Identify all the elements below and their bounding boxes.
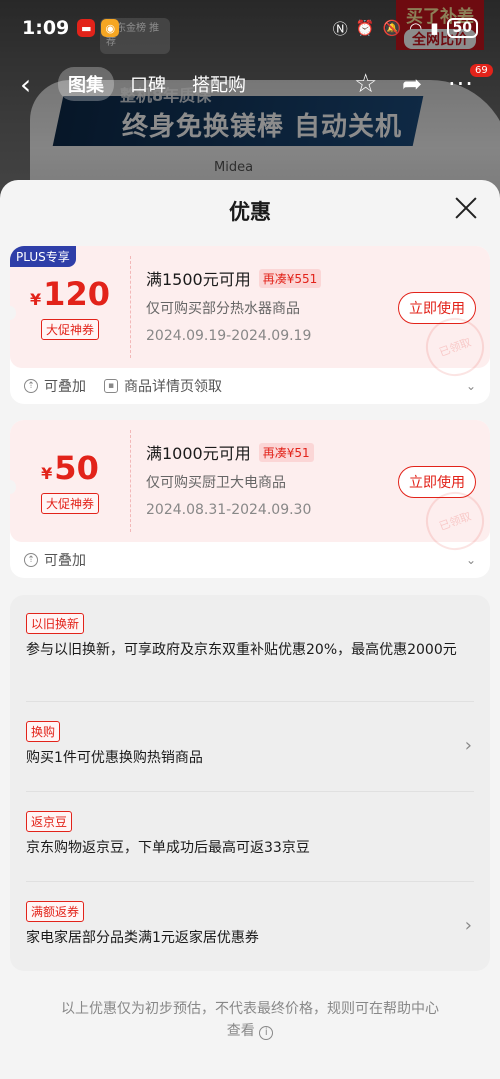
- coupon-condition: 满1000元可用: [146, 444, 251, 463]
- coupon-footer[interactable]: ⇡ 可叠加 ⌄: [10, 542, 490, 578]
- signal-icon: ▮: [430, 19, 439, 37]
- wifi-icon: ◠: [409, 19, 423, 37]
- coupon-value: ¥ 50 大促神券: [10, 420, 130, 542]
- stackable-label: 可叠加: [44, 379, 86, 395]
- coupon-amount: 50: [54, 448, 99, 487]
- close-icon[interactable]: [452, 194, 480, 222]
- coupon-body: PLUS专享 ¥ 120 大促神券 满1500元可用 再凑¥551 仅可购买部分…: [10, 246, 490, 385]
- tab-gallery[interactable]: 图集: [58, 67, 114, 101]
- info-icon[interactable]: i: [259, 1026, 274, 1040]
- stackable-icon: ⇡: [24, 553, 38, 567]
- coupon-scope: 仅可购买厨卫大电商品: [146, 475, 286, 491]
- promotion-text: 家电家居部分品类满1元返家居优惠券: [26, 930, 259, 946]
- chevron-right-icon[interactable]: ›: [465, 915, 472, 936]
- promotion-divider: [26, 881, 474, 882]
- promotion-divider: [26, 701, 474, 702]
- chevron-right-icon[interactable]: ›: [465, 735, 472, 756]
- promotion-text: 参与以旧换新，可享政府及京东双重补贴优惠20%，最高优惠2000元: [26, 642, 457, 658]
- coupon-card: ¥ 50 大促神券 满1000元可用 再凑¥51 仅可购买厨卫大电商品 2024…: [10, 420, 490, 578]
- promotion-divider: [26, 791, 474, 792]
- disclaimer-text: 以上优惠仅为初步预估，不代表最终价格，规则可在帮助中心查看: [61, 1001, 439, 1039]
- coupon-divider: [130, 256, 131, 358]
- coupon-body: ¥ 50 大促神券 满1000元可用 再凑¥51 仅可购买厨卫大电商品 2024…: [10, 420, 490, 559]
- promotion-tag: 返京豆: [26, 811, 73, 832]
- coupon-value: ¥ 120 大促神券: [10, 246, 130, 368]
- ticket-icon: ▪: [104, 379, 118, 393]
- promotion-text: 京东购物返京豆，下单成功后最高可返33京豆: [26, 840, 310, 856]
- gallery-tabs: 图集 口碑 搭配购: [58, 67, 256, 101]
- nfc-icon: Ⓝ: [332, 19, 348, 38]
- coupon-gap-amount: 再凑¥51: [258, 442, 314, 462]
- stackable-label: 可叠加: [44, 553, 86, 569]
- coupon-gap-amount: 再凑¥551: [258, 268, 322, 288]
- chevron-down-icon[interactable]: ⌄: [466, 553, 476, 567]
- coupon-validity: 2024.08.31-2024.09.30: [146, 502, 312, 518]
- alarm-icon: ⏰: [355, 19, 375, 37]
- coupon-type-tag: 大促神券: [40, 492, 99, 514]
- promotion-tag: 换购: [26, 721, 61, 742]
- tab-bundle[interactable]: 搭配购: [182, 67, 256, 101]
- coupon-footer[interactable]: ⇡ 可叠加 ▪ 商品详情页领取 ⌄: [10, 368, 490, 404]
- currency-symbol: ¥: [30, 289, 42, 309]
- promotion-list: 以旧换新 参与以旧换新，可享政府及京东双重补贴优惠20%，最高优惠2000元 换…: [10, 595, 490, 971]
- promotion-item[interactable]: 换购 购买1件可优惠换购热销商品: [26, 721, 474, 769]
- share-icon[interactable]: ➦: [402, 70, 422, 98]
- status-bar: 1:09 ▬ ◉ Ⓝ ⏰ 🔕 ◠ ▮ 50: [0, 0, 500, 56]
- promotion-text: 购买1件可优惠换购热销商品: [26, 750, 203, 766]
- stackable-icon: ⇡: [24, 379, 38, 393]
- weibo-icon: ◉: [101, 19, 120, 37]
- product-nav-bar: ‹ 图集 口碑 搭配购 ☆ ➦ ··· 69: [0, 64, 500, 104]
- coupon-condition: 满1500元可用: [146, 270, 251, 289]
- currency-symbol: ¥: [41, 463, 53, 483]
- promotion-item: 返京豆 京东购物返京豆，下单成功后最高可返33京豆: [26, 811, 474, 859]
- tab-reviews[interactable]: 口碑: [120, 67, 176, 101]
- status-time: 1:09: [22, 17, 70, 39]
- coupon-scope: 仅可购买部分热水器商品: [146, 301, 300, 317]
- favorite-star-icon[interactable]: ☆: [354, 69, 377, 99]
- promotion-tag: 以旧换新: [26, 613, 85, 634]
- disclaimer: 以上优惠仅为初步预估，不代表最终价格，规则可在帮助中心查看 i: [60, 998, 440, 1042]
- battery-indicator: 50: [446, 18, 478, 38]
- discount-sheet: 优惠 PLUS专享 ¥ 120 大促神券 满1500元可用 再凑¥551 仅可购…: [0, 180, 500, 1079]
- coupon-divider: [130, 430, 131, 532]
- claim-source-label: 商品详情页领取: [124, 379, 222, 395]
- promotion-tag: 满额返券: [26, 901, 85, 922]
- coupon-type-tag: 大促神券: [40, 318, 99, 340]
- more-icon[interactable]: ···: [448, 70, 474, 98]
- promotion-item[interactable]: 满额返券 家电家居部分品类满1元返家居优惠券: [26, 901, 474, 949]
- notification-app-icon: ▬: [77, 19, 96, 37]
- sheet-title: 优惠: [229, 200, 271, 224]
- coupon-validity: 2024.09.19-2024.09.19: [146, 328, 312, 344]
- mute-icon: 🔕: [382, 19, 402, 37]
- message-count-badge: 69: [470, 64, 493, 77]
- coupon-card: PLUS专享 ¥ 120 大促神券 满1500元可用 再凑¥551 仅可购买部分…: [10, 246, 490, 404]
- chevron-down-icon[interactable]: ⌄: [466, 379, 476, 393]
- chevron-left-icon[interactable]: ‹: [20, 68, 31, 101]
- coupon-amount: 120: [43, 274, 110, 313]
- promotion-item: 以旧换新 参与以旧换新，可享政府及京东双重补贴优惠20%，最高优惠2000元: [26, 613, 474, 661]
